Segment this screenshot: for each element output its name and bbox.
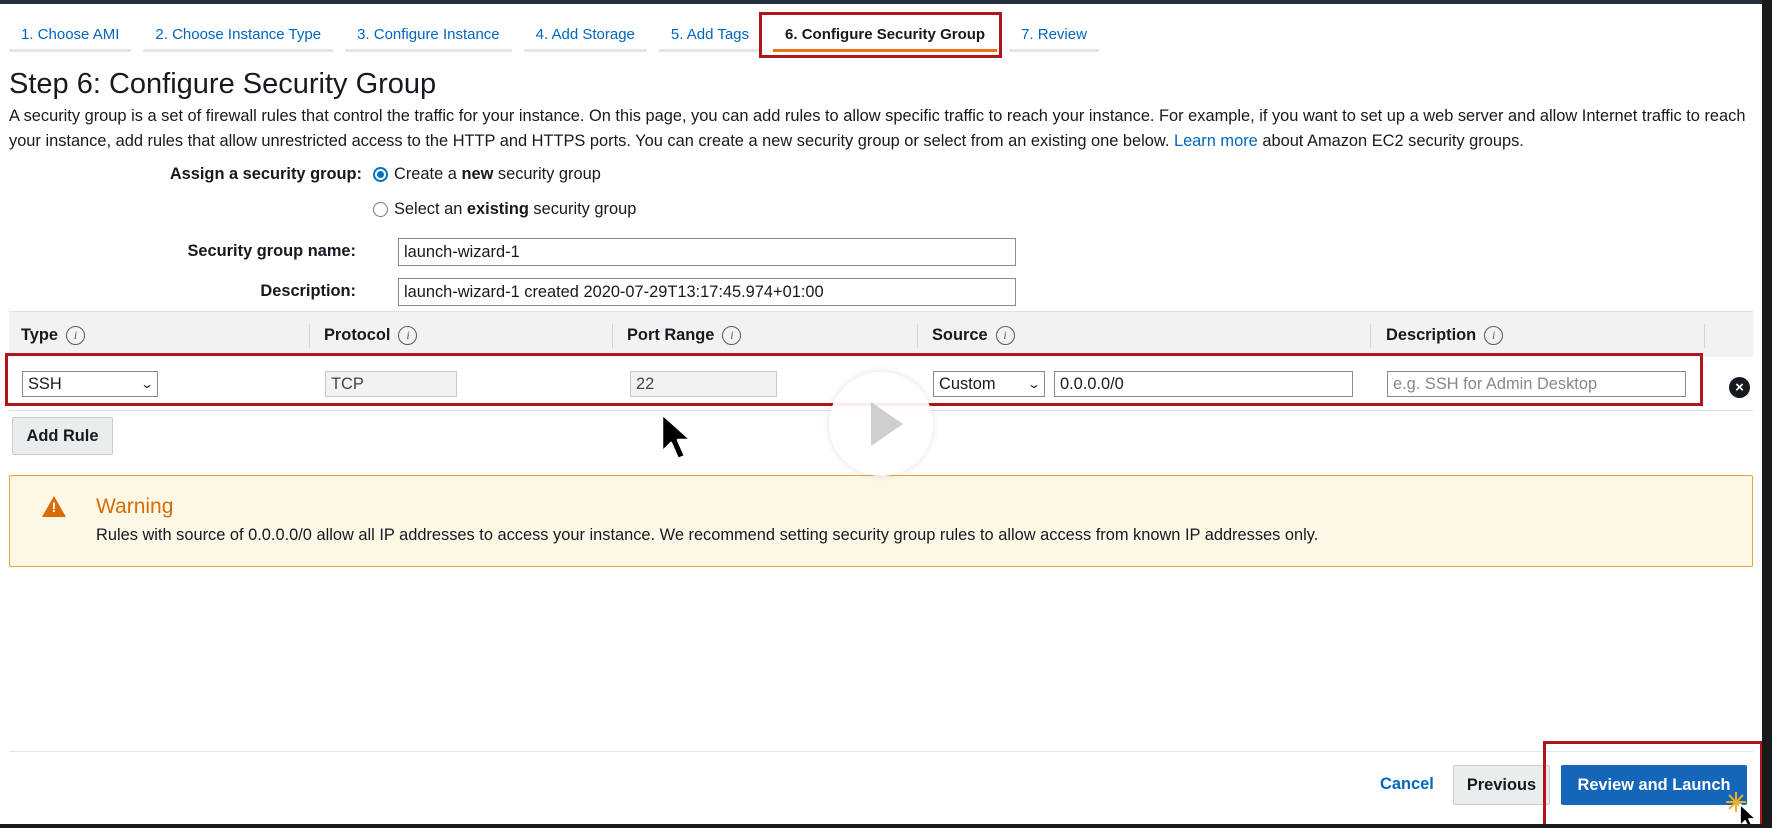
- chevron-down-icon: ⌄: [1026, 377, 1042, 391]
- footer-divider: [9, 751, 1753, 752]
- wizard-page: 1. Choose AMI 2. Choose Instance Type 3.…: [0, 0, 1772, 828]
- tab-configure-instance[interactable]: 3. Configure Instance: [345, 16, 512, 52]
- rules-table-header: Type i Protocol i Port Range i Source i Desc…: [9, 311, 1753, 357]
- sg-name-input[interactable]: launch-wizard-1: [398, 238, 1016, 266]
- play-icon: [871, 402, 903, 446]
- click-cursor-icon: [1726, 792, 1757, 828]
- assign-label: Assign a security group:: [169, 165, 362, 183]
- col-type: Type i: [21, 326, 86, 345]
- info-icon[interactable]: i: [398, 326, 418, 345]
- page-title: Step 6: Configure Security Group: [9, 68, 437, 100]
- rule-port-range-input: 22: [630, 371, 777, 397]
- tab-choose-ami[interactable]: 1. Choose AMI: [9, 16, 132, 52]
- info-icon[interactable]: i: [722, 326, 742, 345]
- info-icon[interactable]: i: [995, 326, 1015, 345]
- tab-choose-instance-type[interactable]: 2. Choose Instance Type: [143, 16, 334, 52]
- tab-configure-security-group[interactable]: 6. Configure Security Group: [773, 16, 998, 52]
- col-description: Description i: [1386, 326, 1504, 345]
- video-frame-edge: [1762, 0, 1772, 828]
- radio-create-new[interactable]: Create a new security group: [373, 165, 601, 184]
- previous-button[interactable]: Previous: [1453, 765, 1550, 805]
- col-port-range: Port Range i: [627, 326, 742, 345]
- review-and-launch-button[interactable]: Review and Launch: [1561, 765, 1747, 805]
- rule-source-cidr-input[interactable]: 0.0.0.0/0: [1054, 371, 1353, 397]
- rule-type-select[interactable]: SSH ⌄: [22, 371, 158, 397]
- wizard-tabs: 1. Choose AMI 2. Choose Instance Type 3.…: [9, 16, 1111, 54]
- rule-source-select[interactable]: Custom ⌄: [933, 371, 1045, 397]
- tab-add-storage[interactable]: 4. Add Storage: [523, 16, 647, 52]
- radio-create-new-button[interactable]: [373, 167, 388, 182]
- warning-title: Warning: [96, 495, 174, 518]
- sg-name-label: Security group name:: [187, 242, 357, 260]
- intro-tail: about Amazon EC2 security groups.: [1262, 132, 1524, 150]
- col-protocol: Protocol i: [324, 326, 418, 345]
- cancel-link[interactable]: Cancel: [1380, 775, 1434, 794]
- radio-select-existing-button[interactable]: [373, 202, 388, 217]
- chevron-down-icon: ⌄: [139, 377, 155, 391]
- remove-rule-icon[interactable]: ×: [1729, 377, 1750, 398]
- info-icon[interactable]: i: [66, 326, 86, 345]
- tab-add-tags[interactable]: 5. Add Tags: [658, 16, 762, 52]
- intro-text: A security group is a set of firewall ru…: [9, 104, 1749, 154]
- rule-description-input[interactable]: e.g. SSH for Admin Desktop: [1387, 371, 1686, 397]
- radio-create-new-label: Create a new security group: [394, 165, 601, 183]
- tab-review[interactable]: 7. Review: [1009, 16, 1099, 52]
- add-rule-button[interactable]: Add Rule: [12, 417, 113, 455]
- learn-more-link[interactable]: Learn more: [1174, 132, 1258, 150]
- mouse-pointer-icon: [660, 412, 693, 461]
- sg-description-input[interactable]: launch-wizard-1 created 2020-07-29T13:17…: [398, 278, 1016, 306]
- col-source: Source i: [932, 326, 1015, 345]
- radio-select-existing-label: Select an existing security group: [394, 200, 637, 218]
- video-play-button[interactable]: [829, 372, 933, 476]
- warning-text: Rules with source of 0.0.0.0/0 allow all…: [96, 526, 1319, 544]
- rule-protocol-input: TCP: [325, 371, 457, 397]
- radio-select-existing[interactable]: Select an existing security group: [373, 200, 636, 219]
- video-frame-edge: [0, 824, 1772, 828]
- sg-description-label: Description:: [260, 282, 356, 300]
- info-icon[interactable]: i: [1484, 326, 1504, 345]
- warning-alert: ! Warning Rules with source of 0.0.0.0/0…: [9, 475, 1753, 567]
